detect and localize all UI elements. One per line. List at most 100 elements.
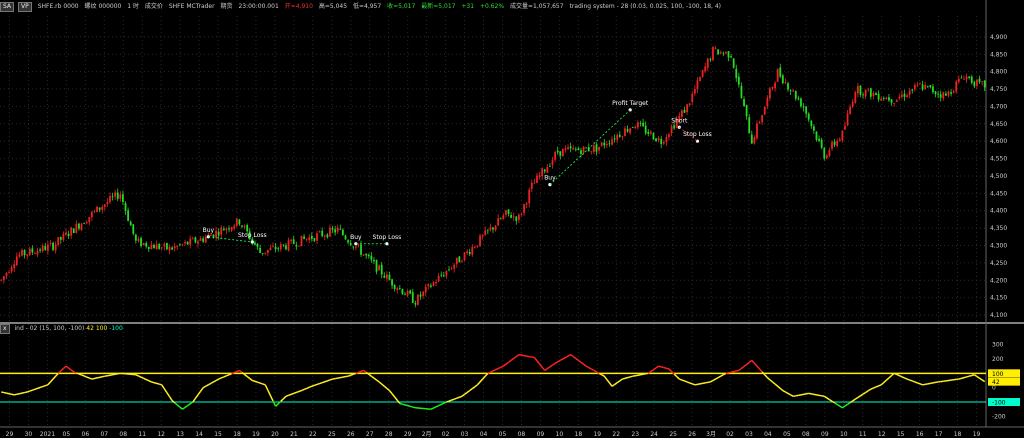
indicator-segment — [826, 397, 830, 401]
candle-body — [551, 159, 554, 165]
indicator-segment — [91, 377, 95, 380]
candle-body — [489, 227, 492, 230]
indicator-segment — [324, 380, 328, 383]
time-tick-label: 29 — [6, 431, 14, 438]
indicator-tick-label: 300 — [992, 342, 1004, 349]
time-tick-label: 2021 — [40, 431, 55, 438]
indicator-segment — [205, 384, 209, 387]
candle-body — [228, 228, 230, 230]
candle-body — [352, 246, 355, 248]
indicator-segment — [764, 374, 768, 379]
candle-body — [342, 229, 344, 236]
candle-body — [831, 142, 833, 149]
candle-body — [435, 282, 437, 284]
signal-label: Stop Loss — [683, 131, 712, 138]
candle-body — [820, 139, 823, 148]
time-tick-label: 15 — [214, 431, 222, 438]
indicator-segment — [223, 375, 227, 378]
candle-body — [864, 89, 867, 97]
indicator-segment — [860, 393, 864, 397]
candle-body — [67, 233, 70, 237]
indicator-segment — [138, 375, 142, 378]
candle-body — [846, 113, 849, 126]
candle-body — [101, 206, 104, 210]
candle-body — [709, 58, 712, 60]
indicator-segment — [316, 382, 320, 386]
candle-body — [603, 142, 606, 146]
candle-body — [585, 147, 588, 149]
price-tick-label: 4,150 — [990, 295, 1007, 302]
indicator-segment — [748, 359, 753, 364]
indicator-segment — [785, 391, 789, 395]
candle-body — [898, 96, 901, 99]
time-tick-label: 12 — [157, 431, 165, 438]
candle-body — [559, 151, 562, 156]
indicator-segment — [49, 378, 54, 383]
candle-body — [261, 253, 264, 254]
indicator-segment — [275, 403, 279, 407]
price-chart[interactable]: 4,900 4,850 4,800 4,750 4,700 4,650 4,600 4,550… — [0, 0, 1024, 438]
price-tick-label: 4,400 — [990, 208, 1007, 215]
close-icon[interactable]: x — [0, 324, 10, 334]
candle-body — [233, 225, 236, 229]
indicator-segment — [37, 386, 41, 390]
candle-body — [771, 86, 774, 89]
candle-body — [339, 228, 342, 230]
time-tick-label: 28 — [385, 431, 393, 438]
candle-body — [564, 148, 567, 150]
period-label: 期货 — [220, 3, 233, 10]
candle-body — [787, 83, 789, 90]
indicator-segment — [238, 369, 243, 374]
indicator-segment — [303, 387, 307, 391]
vp-button[interactable]: VP — [18, 2, 32, 12]
candle-body — [158, 244, 161, 249]
indicator-segment — [495, 367, 499, 371]
indicator-segment — [26, 390, 31, 393]
indicator-segment — [94, 377, 98, 380]
candle-body — [246, 225, 249, 232]
candle-body — [373, 260, 375, 262]
indicator-segment — [355, 371, 359, 375]
indicator-segment — [197, 390, 202, 396]
indicator-segment — [453, 397, 458, 400]
indicator-segment — [156, 382, 160, 385]
candle-body — [13, 264, 16, 269]
candle-body — [171, 247, 173, 250]
candle-body — [494, 225, 497, 231]
candle-body — [197, 241, 199, 244]
time-tick-label: 05 — [63, 431, 71, 438]
candle-body — [41, 245, 44, 251]
time-tick-label: 05 — [783, 431, 791, 438]
time-tick-label: 3月 — [706, 431, 716, 438]
chart-header: SA VP SHFE.rb 0000 螺纹 000000 1 时 成交价 SHFE… — [0, 0, 1024, 14]
candle-body — [52, 242, 54, 250]
indicator-segment — [873, 386, 877, 389]
indicator-segment — [505, 361, 509, 365]
candle-body — [598, 146, 601, 151]
candle-body — [743, 99, 745, 107]
indicator-segment — [515, 354, 520, 358]
indicator-segment — [740, 365, 745, 370]
candle-body — [238, 219, 241, 225]
candle-body — [401, 289, 404, 295]
candle-body — [691, 93, 694, 103]
candle-body — [722, 52, 725, 54]
time-tick-label: 25 — [669, 431, 677, 438]
indicator-segment — [363, 369, 367, 373]
candle-body — [813, 126, 815, 131]
candle-body — [109, 196, 111, 203]
candle-body — [737, 76, 740, 85]
sa-button[interactable]: SA — [0, 2, 15, 12]
candle-body — [72, 228, 75, 233]
candle-body — [758, 122, 761, 123]
indicator-segment — [151, 381, 155, 384]
indicator-segment — [552, 362, 556, 366]
candle-body — [184, 241, 186, 244]
candle-body — [681, 110, 683, 117]
candle-body — [968, 76, 971, 78]
time-tick-label: 15 — [897, 431, 905, 438]
indicator-segment — [438, 403, 442, 407]
indicator-segment — [226, 374, 230, 377]
indicator-segment — [254, 380, 258, 383]
indicator-segment — [86, 376, 90, 379]
